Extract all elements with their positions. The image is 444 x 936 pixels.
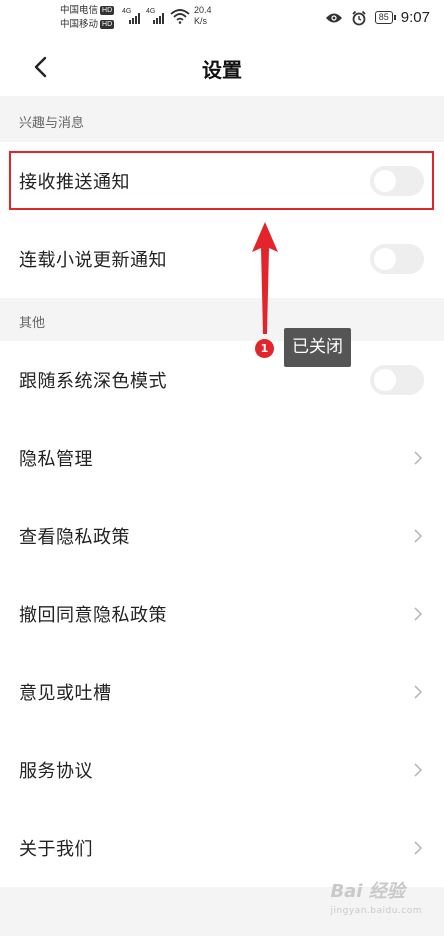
row-label: 隐私管理 bbox=[19, 449, 93, 470]
navigation-bar: 设置 bbox=[0, 38, 444, 96]
chevron-right-icon bbox=[414, 763, 423, 777]
about-us-row[interactable]: 关于我们 bbox=[0, 809, 444, 887]
signal-group: 4G 4G bbox=[122, 8, 190, 24]
row-label: 服务协议 bbox=[19, 761, 93, 782]
privacy-management-row[interactable]: 隐私管理 bbox=[0, 419, 444, 497]
annotation-highlight-box bbox=[9, 151, 434, 210]
serial-update-row[interactable]: 连载小说更新通知 bbox=[0, 220, 444, 298]
clock-time: 9:07 bbox=[400, 9, 430, 26]
settings-screen: 中国电信 HD 中国移动 HD 4G 4G 20.4 K/s 85 9:07 设… bbox=[0, 0, 444, 936]
hd-badge: HD bbox=[100, 6, 115, 15]
row-label: 连载小说更新通知 bbox=[19, 250, 167, 271]
wifi-icon bbox=[170, 9, 190, 24]
section-header-other: 其他 bbox=[19, 316, 46, 331]
status-bar: 中国电信 HD 中国移动 HD 4G 4G 20.4 K/s 85 9:07 bbox=[0, 0, 444, 38]
eye-icon bbox=[325, 13, 342, 22]
battery-icon: 85 bbox=[374, 11, 396, 24]
page-title: 设置 bbox=[202, 58, 242, 82]
hd-badge: HD bbox=[100, 20, 115, 29]
chevron-right-icon bbox=[414, 841, 423, 855]
chevron-right-icon bbox=[414, 529, 423, 543]
service-agreement-row[interactable]: 服务协议 bbox=[0, 731, 444, 809]
carrier-1: 中国电信 bbox=[60, 5, 99, 16]
chevron-right-icon bbox=[414, 685, 423, 699]
chevron-right-icon bbox=[414, 607, 423, 621]
annotation-arrow-icon bbox=[252, 222, 278, 334]
annotation-step-badge: 1 bbox=[255, 339, 274, 358]
privacy-policy-row[interactable]: 查看隐私政策 bbox=[0, 497, 444, 575]
annotation-callout: 已关闭 bbox=[284, 328, 351, 367]
row-label: 查看隐私政策 bbox=[19, 527, 130, 548]
alarm-icon bbox=[352, 10, 366, 25]
dark-mode-row[interactable]: 跟随系统深色模式 bbox=[0, 341, 444, 419]
signal-icon: 4G bbox=[146, 8, 164, 24]
chevron-right-icon bbox=[414, 451, 423, 465]
revoke-privacy-consent-row[interactable]: 撤回同意隐私政策 bbox=[0, 575, 444, 653]
row-label: 关于我们 bbox=[19, 839, 93, 860]
row-label: 意见或吐槽 bbox=[19, 683, 112, 704]
dark-mode-toggle[interactable] bbox=[370, 365, 424, 395]
serial-update-toggle[interactable] bbox=[370, 244, 424, 274]
feedback-row[interactable]: 意见或吐槽 bbox=[0, 653, 444, 731]
status-right: 85 9:07 bbox=[325, 9, 430, 26]
network-speed: 20.4 K/s bbox=[194, 5, 212, 26]
section-header-interests: 兴趣与消息 bbox=[19, 116, 85, 131]
baidu-jingyan-watermark: Bai 经验 jingyan.baidu.com bbox=[330, 881, 422, 917]
signal-icon: 4G bbox=[122, 8, 140, 24]
row-label: 撤回同意隐私政策 bbox=[19, 605, 167, 626]
row-label: 跟随系统深色模式 bbox=[19, 371, 167, 392]
carrier-info: 中国电信 HD 中国移动 HD bbox=[60, 4, 115, 32]
carrier-2: 中国移动 bbox=[60, 19, 99, 30]
